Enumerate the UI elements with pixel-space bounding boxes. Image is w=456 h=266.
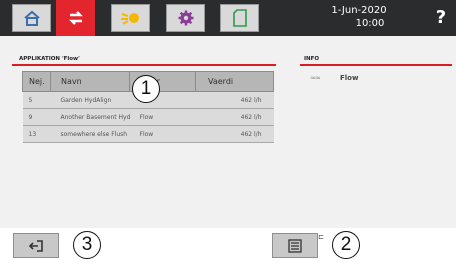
column-header-nr[interactable]: Nej.	[22, 71, 51, 92]
tab-documents[interactable]	[220, 4, 259, 32]
callout-marker-1: 1	[132, 75, 160, 103]
application-title-rule	[12, 64, 276, 66]
gear-icon	[178, 10, 193, 26]
top-bar: 1-Jun-2020 10:00 ?	[0, 0, 456, 36]
cell-nr: 13	[22, 125, 51, 143]
table-row[interactable]: 9 Another Basement Hyd... Flow 462 l/h	[22, 108, 274, 126]
bottom-bar	[0, 228, 456, 266]
back-arrow-icon	[28, 239, 43, 252]
date-text: 1-Jun-2020	[331, 5, 387, 16]
edit-marker-icon: ⊏	[318, 233, 324, 241]
column-header-navn[interactable]: Navn	[50, 71, 130, 92]
info-title-rule	[300, 64, 452, 66]
cell-foler: Flow	[129, 108, 196, 126]
help-button[interactable]: ?	[430, 6, 452, 30]
cell-navn: Another Basement Hyd...	[50, 108, 130, 126]
document-icon	[232, 9, 247, 27]
info-title: INFO	[304, 56, 320, 62]
time-text: 10:00	[355, 18, 385, 29]
tab-settings[interactable]	[166, 4, 205, 32]
info-label: Flow	[340, 74, 359, 82]
tab-weather[interactable]	[111, 4, 150, 32]
date-time-display: 1-Jun-2020 10:00	[298, 4, 420, 32]
cell-vaerdi: 462 l/h	[195, 91, 274, 109]
cell-navn: Garden HydAlign	[50, 91, 130, 109]
flow-waves-icon: ≈≈	[310, 74, 321, 82]
sun-icon	[120, 13, 139, 25]
cell-nr: 9	[22, 108, 51, 126]
application-title: APPLIKATION 'Flow'	[19, 56, 80, 62]
column-header-vaerdi[interactable]: Vaerdi	[195, 71, 274, 92]
cell-nr: 5	[22, 91, 51, 109]
exchange-arrows-icon	[68, 11, 83, 25]
table-row[interactable]: 13 somewhere else Flush Flow 462 l/h	[22, 125, 274, 143]
callout-marker-3: 3	[73, 231, 101, 259]
home-icon	[23, 10, 40, 26]
callout-marker-2: 2	[332, 231, 360, 259]
settings-list-button[interactable]	[272, 233, 318, 258]
tab-applications[interactable]	[56, 0, 95, 36]
cell-foler: Flow	[129, 125, 196, 143]
cell-navn: somewhere else Flush	[50, 125, 130, 143]
back-button[interactable]	[13, 233, 59, 258]
tab-home[interactable]	[12, 4, 51, 32]
cell-vaerdi: 462 l/h	[195, 108, 274, 126]
list-settings-icon	[288, 238, 302, 253]
cell-vaerdi: 462 l/h	[195, 125, 274, 143]
